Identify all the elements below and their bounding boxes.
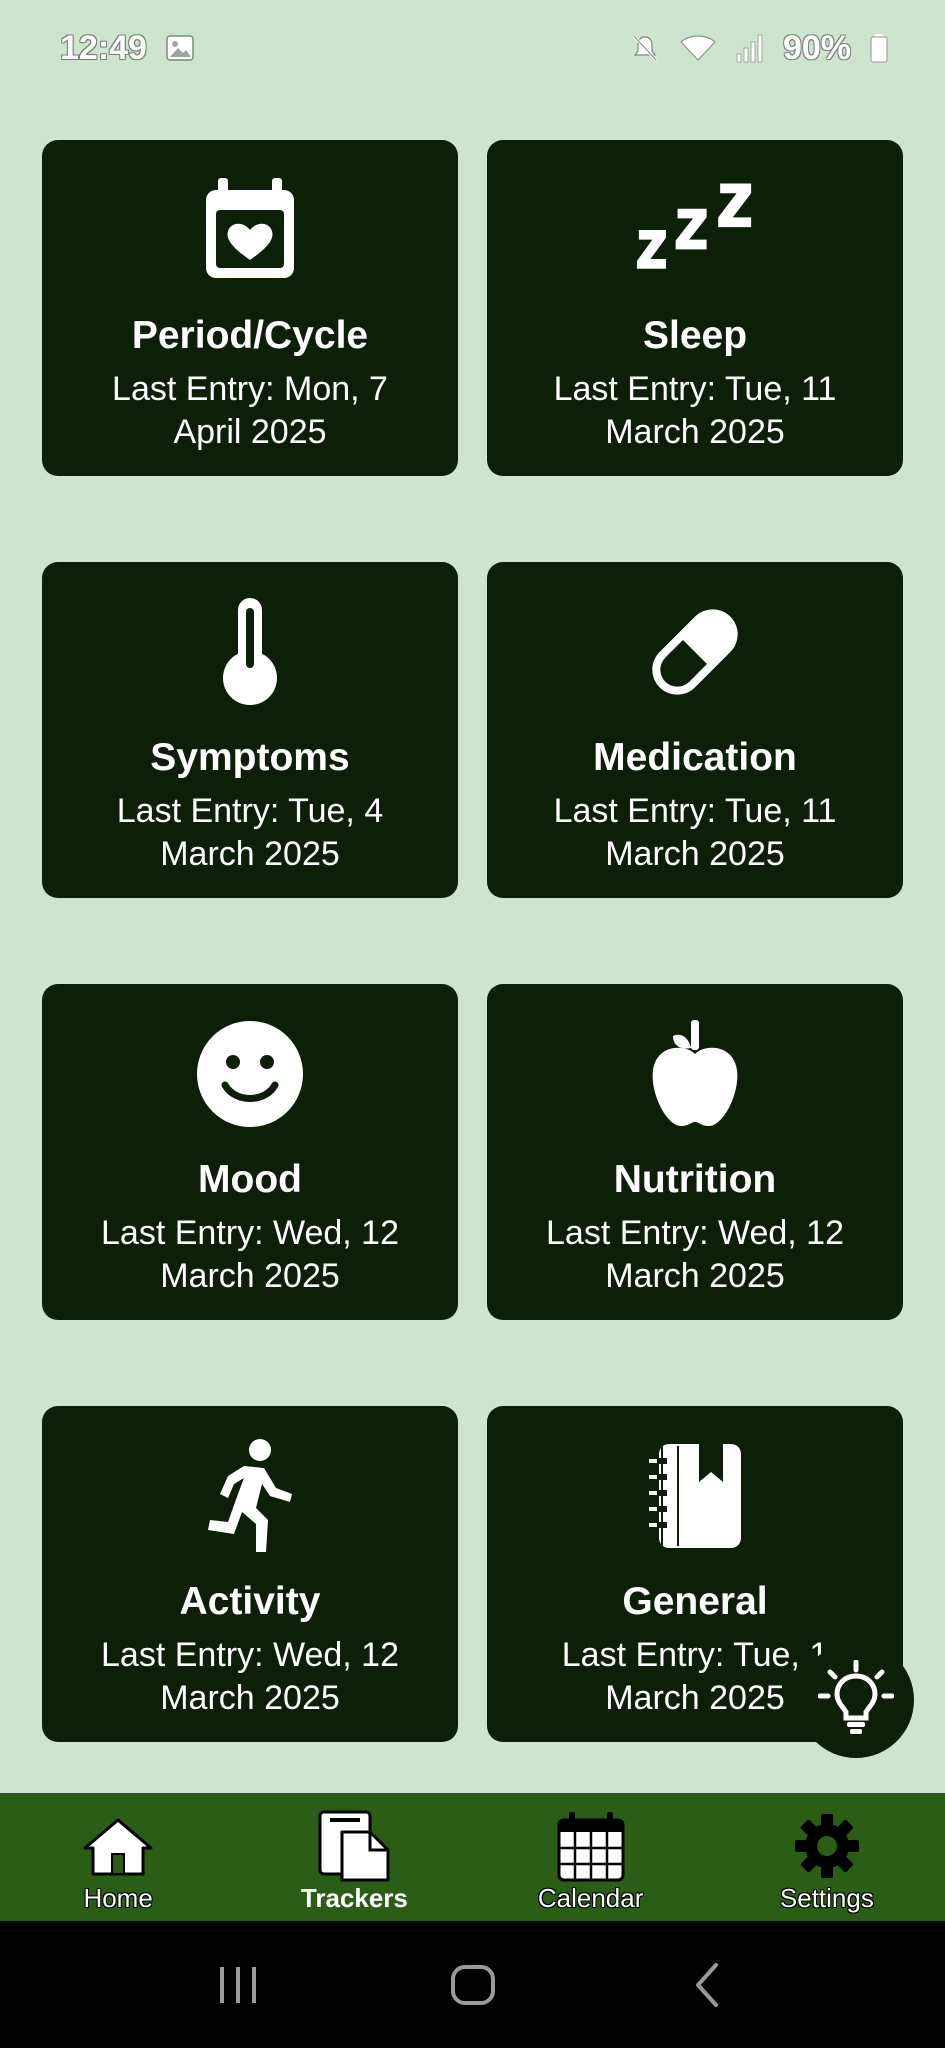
home-circle-icon (450, 1964, 495, 2005)
battery-icon (869, 32, 889, 64)
nav-label: Calendar (537, 1883, 644, 1913)
tracker-title: Period/Cycle (131, 314, 369, 357)
tips-button[interactable] (798, 1642, 914, 1758)
status-bar: 12:49 90% (0, 0, 945, 96)
tracker-title: Medication (593, 736, 797, 779)
bottom-nav: Home Trackers Calendar Settings (0, 1793, 945, 1921)
nav-label: Home (83, 1883, 153, 1913)
thermometer-icon (190, 592, 310, 712)
status-time: 12:49 (60, 28, 147, 67)
tracker-title: Mood (198, 1158, 302, 1201)
signal-icon (735, 32, 765, 64)
status-left: 12:49 (60, 29, 195, 68)
battery-percent: 90% (782, 28, 851, 67)
tracker-title: Activity (179, 1580, 321, 1623)
gallery-notification-icon (165, 33, 195, 63)
nav-trackers[interactable]: Trackers (236, 1793, 472, 1921)
tracker-last-entry: Last Entry: Tue, 11 March 2025 (553, 792, 837, 873)
notebook-icon (635, 1436, 755, 1556)
tracker-last-entry: Last Entry: Wed, 12 March 2025 (546, 1214, 844, 1295)
tracker-last-entry: Last Entry: Wed, 12 March 2025 (101, 1214, 399, 1295)
tracker-card-symptoms[interactable]: Symptoms Last Entry: Tue, 4 March 2025 (42, 562, 458, 898)
recent-apps-icon (219, 1966, 256, 2003)
tracker-grid: Period/Cycle Last Entry: Mon, 7 April 20… (42, 140, 903, 1742)
nav-label: Settings (779, 1883, 874, 1913)
recent-apps-button[interactable] (198, 1945, 278, 2025)
status-right: 90% (629, 29, 889, 68)
tracker-card-medication[interactable]: Medication Last Entry: Tue, 11 March 202… (487, 562, 903, 898)
tracker-last-entry: Last Entry: Wed, 12 March 2025 (101, 1636, 399, 1717)
tracker-title: General (622, 1580, 768, 1623)
wifi-icon (679, 32, 717, 64)
pill-icon (635, 592, 755, 712)
tracker-card-sleep[interactable]: Sleep Last Entry: Tue, 11 March 2025 (487, 140, 903, 476)
smiley-icon (190, 1014, 310, 1134)
tracker-title: Nutrition (613, 1158, 777, 1201)
calendar-heart-icon (190, 170, 310, 290)
gear-icon (793, 1811, 861, 1881)
tracker-title: Sleep (642, 314, 748, 357)
calendar-icon (555, 1811, 627, 1882)
back-icon (695, 1962, 718, 2007)
tracker-card-mood[interactable]: Mood Last Entry: Wed, 12 March 2025 (42, 984, 458, 1320)
home-icon (83, 1811, 153, 1881)
tracker-title: Symptoms (150, 736, 350, 779)
mute-icon (629, 32, 661, 64)
nav-label: Trackers (300, 1883, 408, 1913)
apple-icon (635, 1014, 755, 1134)
lightbulb-icon (817, 1659, 895, 1741)
system-nav-bar (0, 1921, 945, 2048)
trackers-icon (316, 1810, 392, 1882)
running-icon (190, 1436, 310, 1556)
tracker-card-activity[interactable]: Activity Last Entry: Wed, 12 March 2025 (42, 1406, 458, 1742)
nav-home[interactable]: Home (0, 1793, 236, 1921)
tracker-last-entry: Last Entry: Tue, 11 March 2025 (553, 370, 837, 451)
tracker-card-period[interactable]: Period/Cycle Last Entry: Mon, 7 April 20… (42, 140, 458, 476)
home-system-button[interactable] (433, 1945, 513, 2025)
tracker-last-entry: Last Entry: Tue, 4 March 2025 (116, 792, 384, 873)
nav-settings[interactable]: Settings (709, 1793, 945, 1921)
zzz-icon (635, 170, 755, 290)
tracker-card-nutrition[interactable]: Nutrition Last Entry: Wed, 12 March 2025 (487, 984, 903, 1320)
tracker-last-entry: Last Entry: Mon, 7 April 2025 (112, 370, 388, 451)
back-button[interactable] (668, 1945, 748, 2025)
nav-calendar[interactable]: Calendar (473, 1793, 709, 1921)
